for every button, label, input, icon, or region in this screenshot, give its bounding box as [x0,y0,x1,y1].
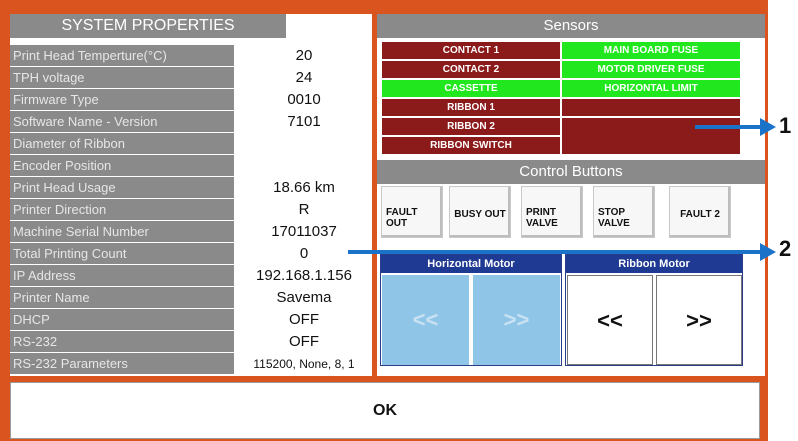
property-row: RS-232 OFF [10,331,372,352]
property-label: Printer Name [10,287,234,308]
property-value: Savema [236,288,372,307]
property-row: Machine Serial Number 17011037 [10,221,372,242]
callout-line [348,250,761,254]
property-label: Print Head Temperture(°C) [10,45,234,66]
property-label: RS-232 [10,331,234,352]
property-value: 7101 [236,112,372,131]
property-value: 17011037 [236,222,372,241]
title-spacer [286,14,372,38]
sensor-main-board-fuse: MAIN BOARD FUSE [562,42,740,59]
horizontal-motor-left-button[interactable]: << [382,275,469,365]
horizontal-motor-title: Horizontal Motor [381,255,561,273]
system-properties-panel: SYSTEM PROPERTIES Print Head Temperture(… [10,14,372,376]
property-value: 18.66 km [236,178,372,197]
property-row: Print Head Usage 18.66 km [10,177,372,198]
property-label: Print Head Usage [10,177,234,198]
property-value: 24 [236,68,372,87]
property-row: Print Head Temperture(°C) 20 [10,45,372,66]
fault-out-button[interactable]: FAULT OUT [381,186,443,238]
property-value: OFF [236,310,372,329]
button-label: BUSY OUT [454,209,506,220]
sensor-contact-1: CONTACT 1 [382,42,560,59]
property-value [236,134,372,153]
sensor-ribbon-1: RIBBON 1 [382,99,560,116]
horizontal-motor-right-button[interactable]: >> [473,275,560,365]
property-label: RS-232 Parameters [10,353,234,374]
sensor-ribbon-switch: RIBBON SWITCH [382,137,560,154]
property-row: Printer Direction R [10,199,372,220]
sensor-cassette: CASSETTE [382,80,560,97]
property-label: Diameter of Ribbon [10,133,234,154]
property-value: OFF [236,332,372,351]
property-row: DHCP OFF [10,309,372,330]
button-label: FAULT OUT [386,207,418,229]
property-value: 115200, None, 8, 1 [236,354,372,373]
property-label: Software Name - Version [10,111,234,132]
sensor-empty [562,118,740,154]
sensor-contact-2: CONTACT 2 [382,61,560,78]
ribbon-motor-right-button[interactable]: >> [656,275,742,365]
property-row: IP Address 192.168.1.156 [10,265,372,286]
sensor-empty [562,99,740,116]
ribbon-motor-title: Ribbon Motor [566,255,742,273]
property-row: Diameter of Ribbon [10,133,372,154]
property-label: DHCP [10,309,234,330]
property-row: Total Printing Count 0 [10,243,372,264]
property-row: Firmware Type 0010 [10,89,372,110]
right-panel: Sensors CONTACT 1 MAIN BOARD FUSE CONTAC… [377,14,765,376]
chevron-icon: ⌃ [452,0,466,12]
system-properties-title: SYSTEM PROPERTIES [10,14,286,38]
property-label: Total Printing Count [10,243,234,264]
property-row: Encoder Position [10,155,372,176]
property-row: RS-232 Parameters 115200, None, 8, 1 [10,353,372,374]
busy-out-button[interactable]: BUSY OUT [449,186,511,238]
arrow-icon [760,243,776,261]
sensors-title: Sensors [377,14,765,38]
stop-valve-button[interactable]: STOP VALVE [593,186,655,238]
button-label: FAULT 2 [680,209,720,220]
property-row: Printer Name Savema [10,287,372,308]
property-row: Software Name - Version 7101 [10,111,372,132]
property-row: TPH voltage 24 [10,67,372,88]
property-label: Firmware Type [10,89,234,110]
sensor-ribbon-2: RIBBON 2 [382,118,560,135]
sensor-horizontal-limit: HORIZONTAL LIMIT [562,80,740,97]
ok-button[interactable]: OK [10,382,760,439]
property-label: Machine Serial Number [10,221,234,242]
property-value: 0010 [236,90,372,109]
fault-2-button[interactable]: FAULT 2 [669,186,731,238]
property-value: R [236,200,372,219]
property-value [236,156,372,175]
arrow-icon [760,118,776,136]
button-label: PRINT VALVE [526,207,558,229]
ribbon-motor-left-button[interactable]: << [567,275,653,365]
print-valve-button[interactable]: PRINT VALVE [521,186,583,238]
callout-line [695,125,761,129]
control-buttons-title: Control Buttons [377,160,765,184]
button-label: STOP VALVE [598,207,630,229]
property-value: 20 [236,46,372,65]
property-label: Printer Direction [10,199,234,220]
horizontal-motor-panel: Horizontal Motor << >> [380,254,562,366]
property-label: TPH voltage [10,67,234,88]
property-label: Encoder Position [10,155,234,176]
property-label: IP Address [10,265,234,286]
callout-number: 2 [779,236,792,261]
sensor-motor-driver-fuse: MOTOR DRIVER FUSE [562,61,740,78]
ribbon-motor-panel: Ribbon Motor << >> [565,254,743,366]
callout-number: 1 [779,113,792,138]
property-value: 192.168.1.156 [236,266,372,285]
